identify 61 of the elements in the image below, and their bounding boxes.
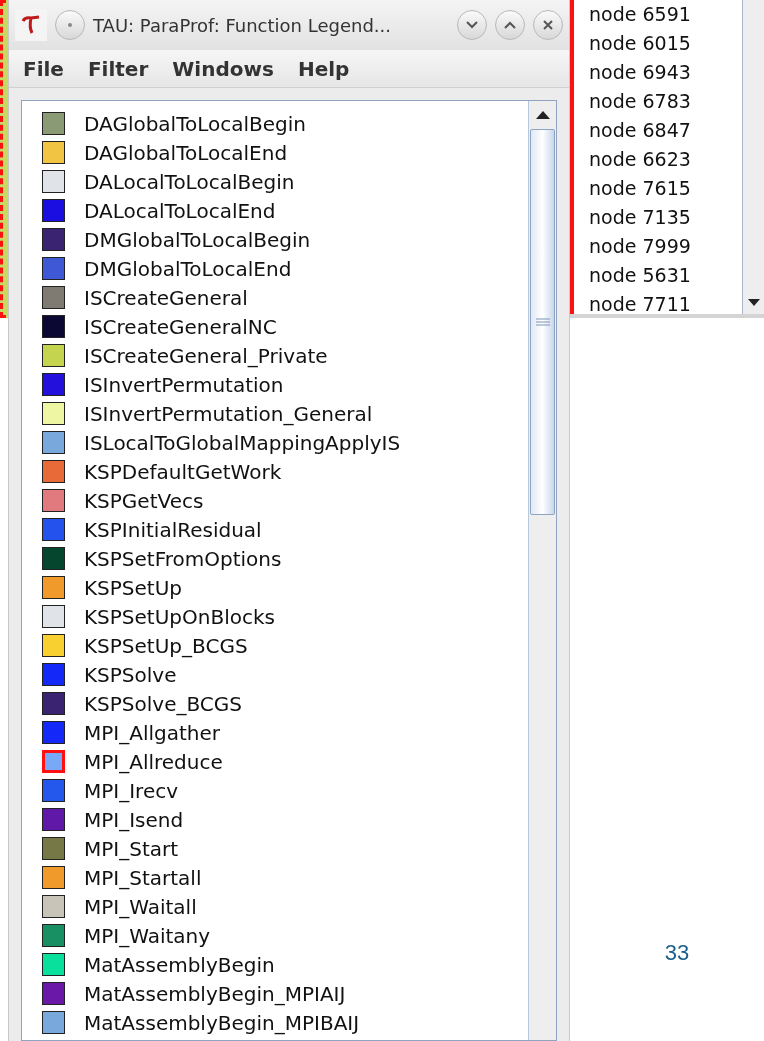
function-name[interactable]: MatAssemblyBegin_MPIBAIJ bbox=[84, 1007, 360, 1038]
function-name[interactable]: KSPGetVecs bbox=[84, 485, 204, 516]
function-name[interactable]: KSPSetUp bbox=[84, 572, 183, 603]
node-item[interactable]: node 7999 bbox=[589, 232, 742, 261]
minimize-button[interactable] bbox=[457, 10, 487, 40]
function-name[interactable]: MPI_Allgather bbox=[84, 717, 220, 748]
function-name[interactable]: MatAssemblyBegin_MPIAIJ bbox=[84, 978, 346, 1009]
function-name[interactable]: MPI_Startall bbox=[84, 862, 202, 893]
menu-item[interactable]: Windows bbox=[172, 53, 274, 84]
function-name[interactable]: KSPSetUp_BCGS bbox=[84, 630, 248, 661]
scroll-thumb[interactable] bbox=[530, 129, 555, 515]
node-item[interactable]: node 5631 bbox=[589, 261, 742, 290]
node-item[interactable]: node 6015 bbox=[589, 29, 742, 58]
scroll-up-icon[interactable] bbox=[535, 111, 550, 119]
function-name[interactable]: KSPSolve_BCGS bbox=[84, 688, 243, 719]
function-name[interactable]: DAGlobalToLocalEnd bbox=[84, 137, 288, 168]
function-name[interactable]: KSPDefaultGetWork bbox=[84, 456, 282, 487]
menu-item[interactable]: File bbox=[23, 53, 64, 84]
node-item[interactable]: node 6591 bbox=[589, 0, 742, 29]
scrollbar[interactable] bbox=[528, 101, 556, 1040]
close-icon bbox=[542, 19, 554, 31]
function-name[interactable]: DMGlobalToLocalBegin bbox=[84, 224, 311, 255]
page-number: 33 bbox=[664, 939, 690, 967]
function-name[interactable]: KSPSetUpOnBlocks bbox=[84, 601, 275, 632]
menu-item[interactable]: Filter bbox=[87, 53, 149, 84]
node-item[interactable]: node 6847 bbox=[589, 116, 742, 145]
node-item[interactable]: node 7615 bbox=[589, 174, 742, 203]
function-name[interactable]: DAGlobalToLocalBegin bbox=[84, 108, 307, 139]
scrollbar[interactable] bbox=[742, 0, 764, 314]
function-name[interactable]: ISInvertPermutation bbox=[84, 369, 284, 400]
close-button[interactable] bbox=[533, 10, 563, 40]
function-name[interactable]: KSPSetFromOptions bbox=[84, 543, 282, 574]
function-name[interactable]: ISCreateGeneral_Private bbox=[84, 340, 328, 371]
function-name[interactable]: DALocalToLocalEnd bbox=[84, 195, 276, 226]
function-name[interactable]: ISLocalToGlobalMappingApplyIS bbox=[84, 427, 401, 458]
scroll-down-icon[interactable] bbox=[747, 299, 760, 306]
node-item[interactable]: node 6943 bbox=[589, 58, 742, 87]
menu-item[interactable]: Help bbox=[297, 53, 350, 84]
function-name[interactable]: ISCreateGeneralNC bbox=[84, 311, 277, 342]
maximize-button[interactable] bbox=[495, 10, 525, 40]
function-name[interactable]: MPI_Isend bbox=[84, 804, 184, 835]
chevron-up-icon bbox=[503, 20, 517, 30]
function-name[interactable]: MatAssemblyBegin bbox=[84, 949, 275, 980]
node-item[interactable]: node 7711 bbox=[589, 290, 742, 319]
node-item[interactable]: node 6623 bbox=[589, 145, 742, 174]
function-name[interactable]: MPI_Waitany bbox=[84, 920, 211, 951]
function-name[interactable]: MPI_Start bbox=[84, 833, 179, 864]
node-item[interactable]: node 7135 bbox=[589, 203, 742, 232]
window-title: TAU: ParaProf: Function Legend... bbox=[93, 13, 392, 38]
function-name[interactable]: MPI_Irecv bbox=[84, 775, 179, 806]
function-name[interactable]: DMGlobalToLocalEnd bbox=[84, 253, 292, 284]
node-item[interactable]: node 6783 bbox=[589, 87, 742, 116]
function-name[interactable]: KSPSolve bbox=[84, 659, 177, 690]
function-name[interactable]: KSPInitialResidual bbox=[84, 514, 262, 545]
function-name[interactable]: ISCreateGeneral bbox=[84, 282, 248, 313]
chevron-down-icon bbox=[465, 20, 479, 30]
grip-icon bbox=[535, 318, 550, 326]
function-name[interactable]: DALocalToLocalBegin bbox=[84, 166, 295, 197]
function-name[interactable]: ISInvertPermutation_General bbox=[84, 398, 373, 429]
function-name[interactable]: MPI_Waitall bbox=[84, 891, 197, 922]
function-name[interactable]: MPI_Allreduce bbox=[84, 746, 223, 777]
